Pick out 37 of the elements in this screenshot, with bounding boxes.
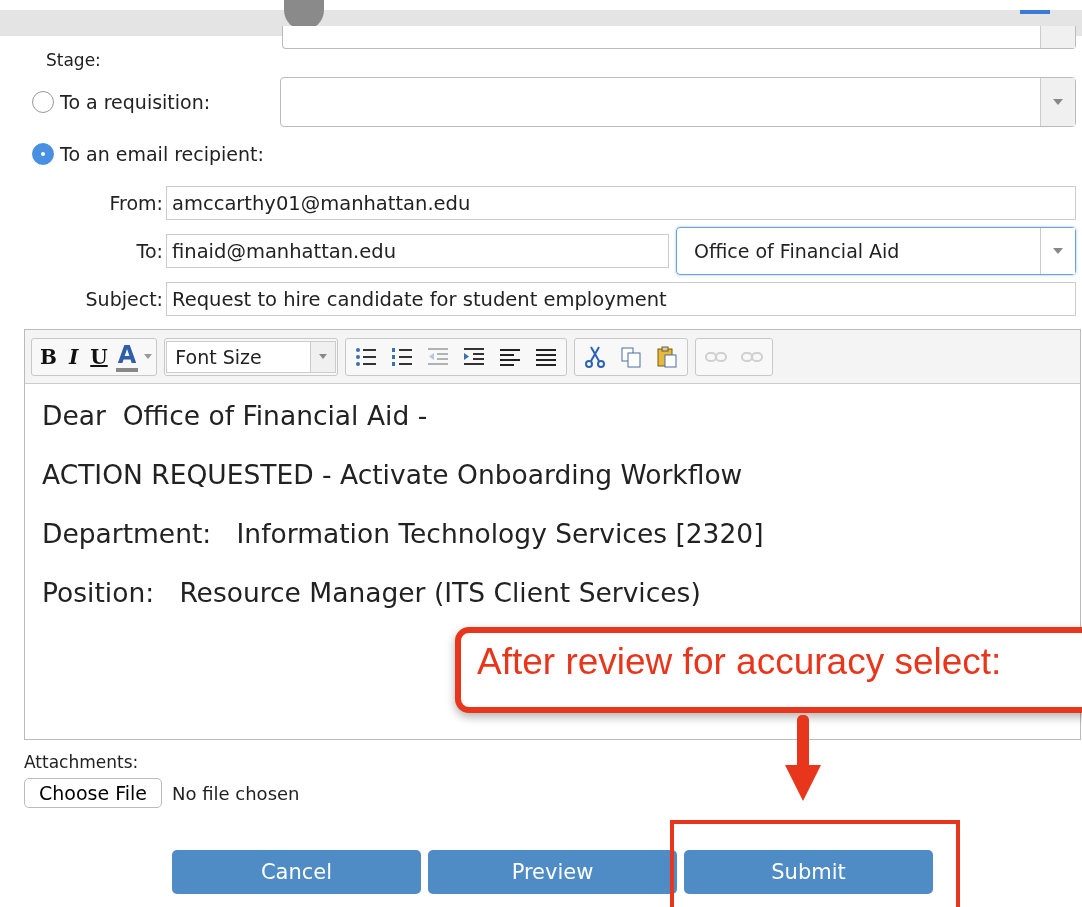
stage-label: Stage:: [46, 50, 102, 70]
caret-icon: [1053, 98, 1063, 106]
to-label: To:: [135, 240, 164, 262]
copy-icon: [619, 344, 644, 369]
italic-button[interactable]: I: [64, 341, 83, 372]
action-button[interactable]: Submit: [684, 850, 933, 894]
radio-label: To an email recipient:: [60, 143, 265, 165]
subject-field[interactable]: Request to hire candidate for student employment: [166, 282, 1076, 316]
recipient-select[interactable]: Office of Financial Aid: [676, 227, 1076, 275]
action-button[interactable]: Preview: [428, 850, 677, 894]
callout-tooltip: After review for accuracy select:: [455, 627, 1082, 713]
radio-button[interactable]: [32, 91, 54, 113]
requisition-select[interactable]: [280, 77, 1076, 127]
radio-label: To a requisition:: [60, 91, 212, 113]
font-size-select[interactable]: Font Size: [166, 340, 337, 373]
radio-button[interactable]: [32, 143, 54, 165]
clipboard-icon: [655, 344, 680, 369]
underline-button[interactable]: U: [86, 341, 112, 372]
message-paragraph: Position: Resource Manager (ITS Client Services): [42, 577, 702, 608]
caret-icon[interactable]: [144, 353, 153, 360]
stage-select[interactable]: [282, 26, 1076, 49]
file-status-text: No file chosen: [172, 782, 300, 804]
message-paragraph: Dear Office of Financial Aid -: [42, 400, 429, 431]
action-button[interactable]: Cancel: [172, 850, 421, 894]
scissors-icon: [583, 344, 608, 369]
bold-button[interactable]: B: [36, 341, 61, 372]
to-field[interactable]: finaid@manhattan.edu: [166, 234, 669, 268]
attachments-label: Attachments:: [24, 752, 140, 772]
from-field[interactable]: amccarthy01@manhattan.edu: [166, 186, 1076, 220]
caret-icon: [319, 353, 328, 360]
from-label: From:: [108, 192, 164, 214]
subject-label: Subject:: [84, 288, 164, 310]
caret-icon: [1053, 247, 1063, 255]
font-color-button[interactable]: A: [115, 341, 139, 372]
message-paragraph: ACTION REQUESTED - Activate Onboarding Workflow: [42, 459, 744, 490]
message-paragraph: Department: Information Technology Services [2320]: [42, 518, 765, 549]
choose-file-button[interactable]: Choose File: [24, 778, 162, 808]
